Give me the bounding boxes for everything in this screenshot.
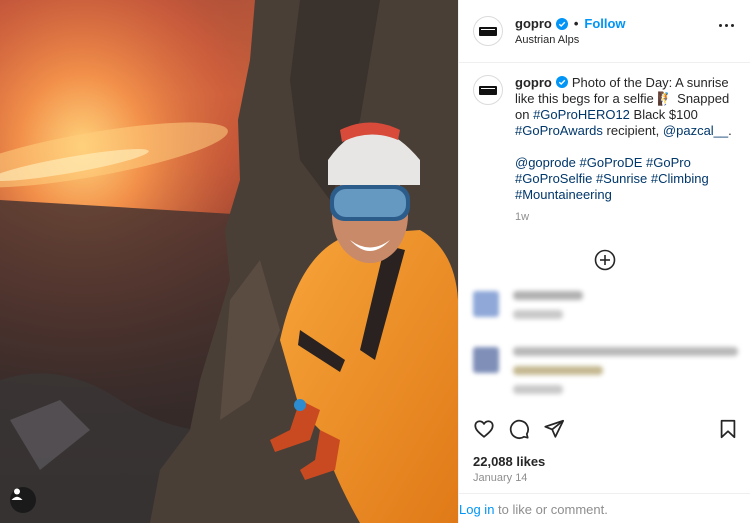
likes-count[interactable]: 22,088 likes — [473, 454, 545, 469]
location-link[interactable]: Austrian Alps — [515, 34, 626, 46]
caption-part: Black $100 — [629, 107, 698, 122]
comment-icon[interactable] — [508, 418, 530, 440]
post-time-ago[interactable]: 1w — [515, 209, 736, 225]
hashtag-link[interactable]: #Climbing — [651, 171, 709, 186]
tagged-user-button[interactable] — [10, 487, 36, 513]
login-prompt: Log in to like or comment. — [459, 493, 750, 523]
hashtag-link[interactable]: #GoProHERO12 — [533, 107, 630, 122]
action-bar — [459, 414, 750, 444]
mention-link[interactable]: @pazcal__ — [663, 123, 728, 138]
hashtag-list: @goprode #GoProDE #GoPro #GoProSelfie #S… — [515, 155, 736, 203]
caption-part: recipient, — [602, 123, 663, 138]
heart-icon[interactable] — [473, 418, 495, 440]
hashtag-link[interactable]: #GoPro — [646, 155, 691, 170]
climbing-emoji: 🧗 — [657, 91, 674, 106]
header-text: gopro • Follow Austrian Alps — [515, 16, 626, 46]
share-icon[interactable] — [543, 418, 565, 440]
caption-username[interactable]: gopro — [515, 75, 552, 90]
hashtag-link[interactable]: #GoProDE — [580, 155, 643, 170]
person-icon — [11, 488, 23, 500]
blurred-text — [513, 385, 563, 394]
post-header: gopro • Follow Austrian Alps — [459, 0, 750, 63]
hashtag-link[interactable]: #Sunrise — [596, 171, 647, 186]
mention-link[interactable]: @goprode — [515, 155, 576, 170]
gopro-logo — [479, 85, 497, 95]
caption-part: . — [728, 123, 732, 138]
separator-dot: • — [573, 16, 579, 31]
gopro-logo — [479, 26, 497, 36]
post-sidebar: gopro • Follow Austrian Alps gopro Photo … — [458, 0, 750, 523]
blurred-text — [513, 366, 603, 375]
hashtag-link[interactable]: #GoProAwards — [515, 123, 603, 138]
comment-avatar[interactable] — [473, 291, 499, 317]
hashtag-link[interactable]: #Mountaineering — [515, 187, 612, 202]
blurred-text — [513, 310, 563, 319]
caption-text: gopro Photo of the Day: A sunrise like th… — [515, 75, 736, 225]
profile-avatar[interactable] — [473, 16, 503, 46]
hashtag-link[interactable]: #GoProSelfie — [515, 171, 592, 186]
plus-circle-icon[interactable] — [594, 249, 616, 271]
photo-illustration — [0, 0, 458, 523]
comment-content — [513, 291, 583, 329]
username-link[interactable]: gopro — [515, 16, 552, 31]
caption-block: gopro Photo of the Day: A sunrise like th… — [459, 63, 750, 225]
post-photo[interactable] — [0, 0, 458, 523]
comment-item — [459, 347, 750, 404]
load-more-comments — [459, 249, 750, 271]
comment-content — [513, 347, 738, 404]
comment-item — [459, 291, 597, 329]
caption-avatar[interactable] — [473, 75, 503, 105]
login-prompt-text: to like or comment. — [494, 502, 608, 517]
follow-button[interactable]: Follow — [584, 16, 625, 31]
login-link[interactable]: Log in — [459, 502, 494, 517]
post-date: January 14 — [473, 472, 528, 484]
verified-badge-icon — [555, 17, 568, 30]
verified-badge-icon — [555, 76, 568, 88]
more-options-icon[interactable] — [719, 24, 734, 27]
blurred-text — [513, 347, 738, 356]
blurred-text — [513, 291, 583, 300]
comment-avatar[interactable] — [473, 347, 499, 373]
bookmark-icon[interactable] — [717, 418, 739, 440]
